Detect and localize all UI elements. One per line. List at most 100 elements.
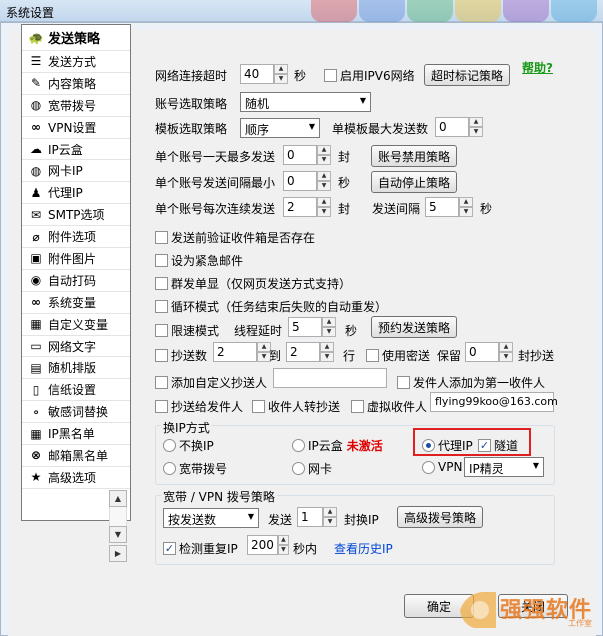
sidebar-item[interactable]: ◉ 自动打码 bbox=[22, 270, 130, 292]
timeout-mark-button[interactable]: 超时标记策略 bbox=[424, 64, 510, 86]
template-strategy-select[interactable]: 顺序 bbox=[240, 118, 320, 138]
cc-sender-checkbox[interactable]: 抄送给发件人 bbox=[155, 398, 243, 415]
watermark-logo: 强强软件 工作室 bbox=[456, 588, 596, 632]
account-ban-button[interactable]: 账号禁用策略 bbox=[371, 145, 457, 167]
sidebar-item-label: 系统变量 bbox=[48, 295, 97, 310]
nic-radio[interactable]: 网卡 bbox=[292, 460, 332, 477]
scroll-right-button[interactable]: ▶ bbox=[109, 545, 127, 562]
urgent-checkbox[interactable]: 设为紧急邮件 bbox=[155, 252, 243, 269]
tunnel-checkbox[interactable]: ✓ 隧道 bbox=[478, 437, 518, 454]
sidebar-item-label: 发送策略 bbox=[48, 32, 101, 47]
send-interval-stepper[interactable]: 5 ▲ ▼ bbox=[425, 197, 473, 217]
cloud-icon: ☁ bbox=[30, 142, 42, 156]
recipient-forward-checkbox[interactable]: 收件人转抄送 bbox=[252, 398, 340, 415]
sidebar-item[interactable]: ☁ IP云盒 bbox=[22, 139, 130, 161]
interval-sec-label: 秒 bbox=[338, 176, 351, 190]
dial-unit-label: 封换IP bbox=[344, 513, 379, 527]
sidebar-item[interactable]: ∘ 敏感词替换 bbox=[22, 401, 130, 424]
help-link[interactable]: 帮助? bbox=[522, 59, 553, 76]
close-circle-icon: ⊗ bbox=[30, 448, 42, 463]
keep-stepper[interactable]: 0 ▲ ▼ bbox=[465, 342, 513, 362]
send-interval-sec-label: 秒 bbox=[480, 202, 493, 216]
advanced-dial-button[interactable]: 高级拨号策略 bbox=[397, 506, 483, 528]
sidebar-item[interactable]: ★ 高级选项 bbox=[22, 467, 130, 489]
consecutive-stepper[interactable]: 2 ▲ ▼ bbox=[283, 197, 331, 217]
list-icon: ☰ bbox=[30, 54, 42, 69]
sidebar-item[interactable]: ▦ 自定义变量 bbox=[22, 314, 130, 336]
sidebar-item[interactable]: ▣ 附件图片 bbox=[22, 248, 130, 270]
template-max-stepper[interactable]: 0 ▲ ▼ bbox=[435, 117, 483, 137]
custom-cc-checkbox[interactable]: 添加自定义抄送人 bbox=[155, 374, 267, 391]
virtual-email-input[interactable]: flying99koo@163.com bbox=[430, 392, 558, 412]
sidebar-item[interactable]: 🐢 发送策略 bbox=[22, 25, 130, 51]
sidebar-scroll[interactable]: ▲ ▼ ▶ bbox=[109, 490, 127, 562]
sidebar-item-label: 网卡IP bbox=[48, 164, 83, 179]
sidebar-item-label: 随机排版 bbox=[48, 361, 97, 376]
sidebar-item-label: 邮箱黑名单 bbox=[48, 448, 109, 463]
ip-cloud-radio[interactable]: IP云盒 未激活 bbox=[292, 437, 383, 454]
sidebar-item-label: 自动打码 bbox=[48, 273, 97, 288]
sidebar-item[interactable]: ✉ SMTP选项 bbox=[22, 204, 130, 227]
thread-delay-stepper[interactable]: 5 ▲ ▼ bbox=[288, 317, 336, 337]
star-icon: ★ bbox=[30, 470, 42, 485]
sidebar-item[interactable]: ♟ 代理IP bbox=[22, 182, 130, 205]
check-duplicate-checkbox[interactable]: ✓ 检测重复IP bbox=[163, 540, 238, 557]
sidebar-item[interactable]: ▦ IP黑名单 bbox=[22, 423, 130, 446]
proxy-ip-radio[interactable]: 代理IP bbox=[422, 437, 473, 454]
daily-unit-label: 封 bbox=[338, 150, 351, 164]
account-strategy-select[interactable]: 随机 bbox=[240, 92, 371, 112]
sidebar-item[interactable]: ▭ 网络文字 bbox=[22, 336, 130, 358]
scroll-down-button[interactable]: ▼ bbox=[109, 526, 127, 543]
cc-to-stepper[interactable]: 2 ▲ ▼ bbox=[286, 342, 334, 362]
group-single-checkbox[interactable]: 群发单显（仅网页发送方式支持） bbox=[155, 275, 351, 292]
daily-max-stepper[interactable]: 0 ▲ ▼ bbox=[283, 145, 331, 165]
broadband-radio[interactable]: 宽带拨号 bbox=[163, 460, 227, 477]
scroll-up-button[interactable]: ▲ bbox=[109, 490, 127, 507]
custom-cc-input[interactable] bbox=[273, 368, 387, 388]
use-bcc-checkbox[interactable]: 使用密送 bbox=[366, 347, 430, 364]
interval-min-stepper[interactable]: 0 ▲ ▼ bbox=[283, 171, 331, 191]
loop-mode-checkbox[interactable]: 循环模式（任务结束后失败的自动重发） bbox=[155, 298, 387, 315]
template-max-label: 单模板最大发送数 bbox=[332, 122, 429, 136]
settings-sidebar: 🐢 发送策略 ☰ 发送方式 ✎ 内容策略 ◍ 宽带拨号 ∞ VPN设置 ☁ IP云盒 ◍ 网卡IP ♟ 代理I… bbox=[21, 24, 131, 521]
infinity-icon: ∞ bbox=[31, 295, 41, 310]
sidebar-item[interactable]: ◍ 宽带拨号 bbox=[22, 95, 130, 117]
envelope-icon: ✉ bbox=[30, 207, 42, 222]
sidebar-item[interactable]: ◍ 网卡IP bbox=[22, 160, 130, 183]
cc-count-checkbox[interactable]: 抄送数 bbox=[155, 347, 207, 364]
verify-inbox-checkbox[interactable]: 发送前验证收件箱是否存在 bbox=[155, 229, 315, 246]
dial-send-stepper[interactable]: 1 ▲ ▼ bbox=[297, 507, 337, 527]
keep-label: 保留 bbox=[437, 349, 462, 363]
cc-from-stepper[interactable]: 2 ▲ ▼ bbox=[213, 342, 271, 362]
no-ip-radio[interactable]: 不换IP bbox=[163, 437, 214, 454]
vpn-radio[interactable]: VPN bbox=[422, 460, 462, 474]
cc-row-label: 行 bbox=[343, 349, 356, 363]
history-ip-link[interactable]: 查看历史IP bbox=[334, 540, 393, 557]
speed-limit-checkbox[interactable]: 限速模式 bbox=[155, 322, 219, 339]
sidebar-item[interactable]: ⌀ 附件选项 bbox=[22, 226, 130, 249]
ip-method-title: 换IP方式 bbox=[161, 419, 212, 436]
sidebar-item-label: 宽带拨号 bbox=[48, 98, 97, 113]
sidebar-item[interactable]: ☰ 发送方式 bbox=[22, 51, 130, 73]
user-icon: ♟ bbox=[30, 185, 42, 200]
auto-stop-button[interactable]: 自动停止策略 bbox=[371, 171, 457, 193]
sidebar-item-label: 自定义变量 bbox=[48, 317, 109, 332]
sidebar-item[interactable]: ∞ 系统变量 bbox=[22, 292, 130, 314]
timeout-stepper[interactable]: 40 ▲ ▼ bbox=[240, 64, 288, 84]
sidebar-item-label: IP云盒 bbox=[48, 142, 83, 157]
sidebar-item[interactable]: ⊗ 邮箱黑名单 bbox=[22, 445, 130, 467]
link-icon: ∞ bbox=[31, 120, 41, 135]
ipv6-checkbox[interactable]: 启用IPV6网络 bbox=[324, 67, 415, 84]
sidebar-item[interactable]: ▤ 随机排版 bbox=[22, 357, 130, 380]
sidebar-item[interactable]: ∞ VPN设置 bbox=[22, 117, 130, 139]
vpn-select[interactable]: IP精灵 bbox=[464, 457, 544, 477]
thread-delay-sec-label: 秒 bbox=[345, 324, 358, 338]
map-icon: ▭ bbox=[30, 339, 42, 354]
appoint-send-button[interactable]: 预约发送策略 bbox=[371, 316, 457, 338]
dial-mode-select[interactable]: 按发送数 bbox=[163, 508, 259, 528]
sidebar-item[interactable]: ✎ 内容策略 bbox=[22, 73, 130, 95]
check-duplicate-stepper[interactable]: 200 ▲ ▼ bbox=[247, 535, 289, 555]
sidebar-item[interactable]: ▯ 信纸设置 bbox=[22, 379, 130, 402]
sender-first-checkbox[interactable]: 发件人添加为第一收件人 bbox=[397, 374, 545, 391]
virtual-recipient-checkbox[interactable]: 虚拟收件人 bbox=[351, 398, 427, 415]
